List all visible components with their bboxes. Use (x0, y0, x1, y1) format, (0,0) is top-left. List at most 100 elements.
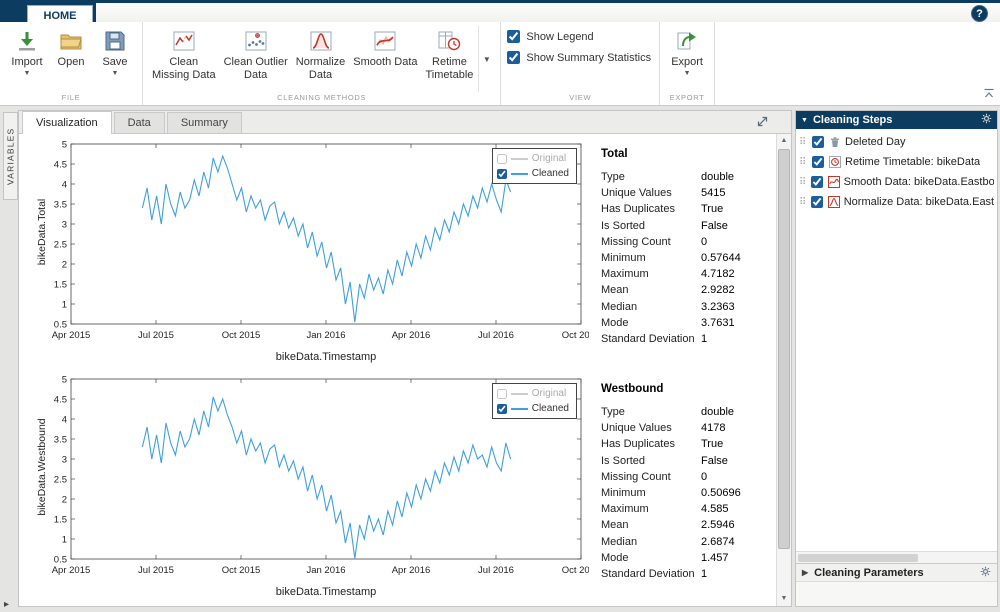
stat-label: Unique Values (601, 422, 701, 434)
steps-horizontal-scrollbar[interactable] (796, 551, 997, 563)
open-folder-icon (59, 27, 83, 55)
stat-value: 0.57644 (701, 252, 741, 264)
cleaning-parameters-bar[interactable]: ▶ Cleaning Parameters (796, 563, 997, 582)
stat-row: Minimum0.57644 (601, 250, 775, 266)
cleaning-step-item[interactable]: ⠿Deleted Day (796, 132, 997, 152)
show-legend-checkbox[interactable] (507, 30, 520, 43)
stat-label: Is Sorted (601, 220, 701, 232)
y-axis-label: bikeData.Total (36, 167, 48, 297)
stat-value: double (701, 406, 734, 418)
stat-row: Has DuplicatesTrue (601, 201, 775, 217)
smooth-data-button[interactable]: Smooth Data (350, 26, 420, 70)
normalize-data-button[interactable]: Normalize Data (293, 26, 349, 83)
scroll-down-arrow[interactable]: ▼ (777, 592, 791, 606)
show-summary-statistics-label: Show Summary Statistics (526, 52, 651, 64)
scroll-up-arrow[interactable]: ▲ (777, 134, 791, 148)
step-enabled-checkbox[interactable] (811, 176, 823, 188)
tab-visualization[interactable]: Visualization (22, 111, 112, 134)
show-summary-statistics-row[interactable]: Show Summary Statistics (507, 51, 651, 64)
step-enabled-checkbox[interactable] (812, 156, 824, 168)
stat-value: 0 (701, 236, 707, 248)
expand-bottom-panel-icon[interactable]: ▸ (4, 599, 9, 610)
legend-item-original[interactable]: Original (497, 151, 569, 166)
stat-row: Mode3.7631 (601, 315, 775, 331)
cleaning-step-item[interactable]: ⠿ Smooth Data: bikeData.Eastbo... (796, 172, 997, 192)
stat-value: 4.7182 (701, 268, 735, 280)
help-button[interactable]: ? (971, 5, 988, 22)
gear-icon[interactable] (980, 566, 991, 580)
tab-data[interactable]: Data (114, 112, 165, 133)
legend-item-cleaned[interactable]: Cleaned (497, 166, 569, 181)
drag-handle-icon[interactable]: ⠿ (799, 157, 808, 168)
stat-row: Median3.2363 (601, 299, 775, 315)
maximize-panel-icon[interactable] (756, 115, 769, 131)
show-summary-statistics-checkbox[interactable] (507, 51, 520, 64)
left-panel-strip: VARIABLES (2, 110, 18, 607)
step-enabled-checkbox[interactable] (812, 136, 824, 148)
clean-missing-data-icon (172, 27, 196, 55)
stat-label: Unique Values (601, 187, 701, 199)
export-section-label: EXPORT (660, 92, 714, 105)
y-tick-label: 3.5 (54, 435, 67, 446)
tab-summary[interactable]: Summary (167, 112, 242, 133)
legend-item-original[interactable]: Original (497, 386, 569, 401)
legend-line-sample (511, 408, 528, 410)
cleaning-parameters-body (796, 582, 997, 606)
legend-item-cleaned[interactable]: Cleaned (497, 401, 569, 416)
clean-outlier-data-button[interactable]: Clean Outlier Data (221, 26, 291, 83)
stat-value: False (701, 455, 728, 467)
legend-checkbox[interactable] (497, 404, 507, 414)
y-tick-label: 2.5 (54, 475, 67, 486)
retime-timetable-button[interactable]: Retime Timetable (423, 26, 477, 83)
stat-row: Median2.6874 (601, 534, 775, 550)
normalize-data-label: Normalize Data (296, 56, 346, 82)
cleaning-steps-header[interactable]: ▼ Cleaning Steps (796, 111, 997, 129)
chart-legend: OriginalCleaned (492, 383, 577, 419)
export-button[interactable]: Export ▼ (666, 26, 708, 78)
x-tick-label: Jul 2016 (478, 565, 514, 576)
stat-label: Minimum (601, 252, 701, 264)
step-label: Smooth Data: bikeData.Eastbo... (844, 176, 994, 188)
legend-line-sample (511, 393, 528, 395)
drag-handle-icon[interactable]: ⠿ (799, 177, 807, 188)
vertical-scrollbar[interactable]: ▲ ▼ (776, 134, 791, 606)
stat-label: Maximum (601, 268, 701, 280)
cleaning-step-item[interactable]: ⠿Retime Timetable: bikeData (796, 152, 997, 172)
stat-value: 2.5946 (701, 519, 735, 531)
minimize-ribbon-icon[interactable] (983, 88, 995, 102)
collapse-arrow-icon[interactable]: ▼ (801, 117, 808, 124)
expand-arrow-icon[interactable]: ▶ (802, 568, 808, 577)
retime-timetable-label: Retime Timetable (426, 56, 474, 82)
x-tick-label: Jul 2015 (138, 330, 174, 341)
show-legend-row[interactable]: Show Legend (507, 30, 593, 43)
x-tick-label: Jul 2016 (478, 330, 514, 341)
import-button[interactable]: Import ▼ (6, 26, 48, 78)
stat-row: Has DuplicatesTrue (601, 436, 775, 452)
save-button[interactable]: Save ▼ (94, 26, 136, 78)
drag-handle-icon[interactable]: ⠿ (799, 137, 808, 148)
stat-row: Mean2.9282 (601, 282, 775, 298)
y-tick-label: 2.5 (54, 240, 67, 251)
stat-label: Median (601, 301, 701, 313)
drag-handle-icon[interactable]: ⠿ (799, 197, 807, 208)
scrollbar-thumb[interactable] (778, 149, 790, 549)
cleaning-step-item[interactable]: ⠿Normalize Data: bikeData.East... (796, 192, 997, 212)
stat-row: Is SortedFalse (601, 453, 775, 469)
y-tick-label: 3 (62, 455, 67, 466)
y-tick-label: 1.5 (54, 515, 67, 526)
stat-row: Minimum0.50696 (601, 485, 775, 501)
save-label: Save (102, 56, 127, 69)
legend-checkbox[interactable] (497, 169, 507, 179)
step-enabled-checkbox[interactable] (811, 196, 823, 208)
scrollbar-thumb[interactable] (798, 554, 918, 562)
variables-panel-tab[interactable]: VARIABLES (3, 112, 18, 200)
stat-value: 3.7631 (701, 317, 735, 329)
clean-missing-data-button[interactable]: Clean Missing Data (149, 26, 219, 83)
stat-value: 0 (701, 471, 707, 483)
open-button[interactable]: Open (50, 26, 92, 70)
gear-icon[interactable] (981, 113, 992, 127)
y-tick-label: 4.5 (54, 160, 67, 171)
legend-checkbox[interactable] (497, 154, 507, 164)
cleaning-methods-gallery-dropdown[interactable]: ▼ (478, 26, 494, 92)
legend-checkbox[interactable] (497, 389, 507, 399)
